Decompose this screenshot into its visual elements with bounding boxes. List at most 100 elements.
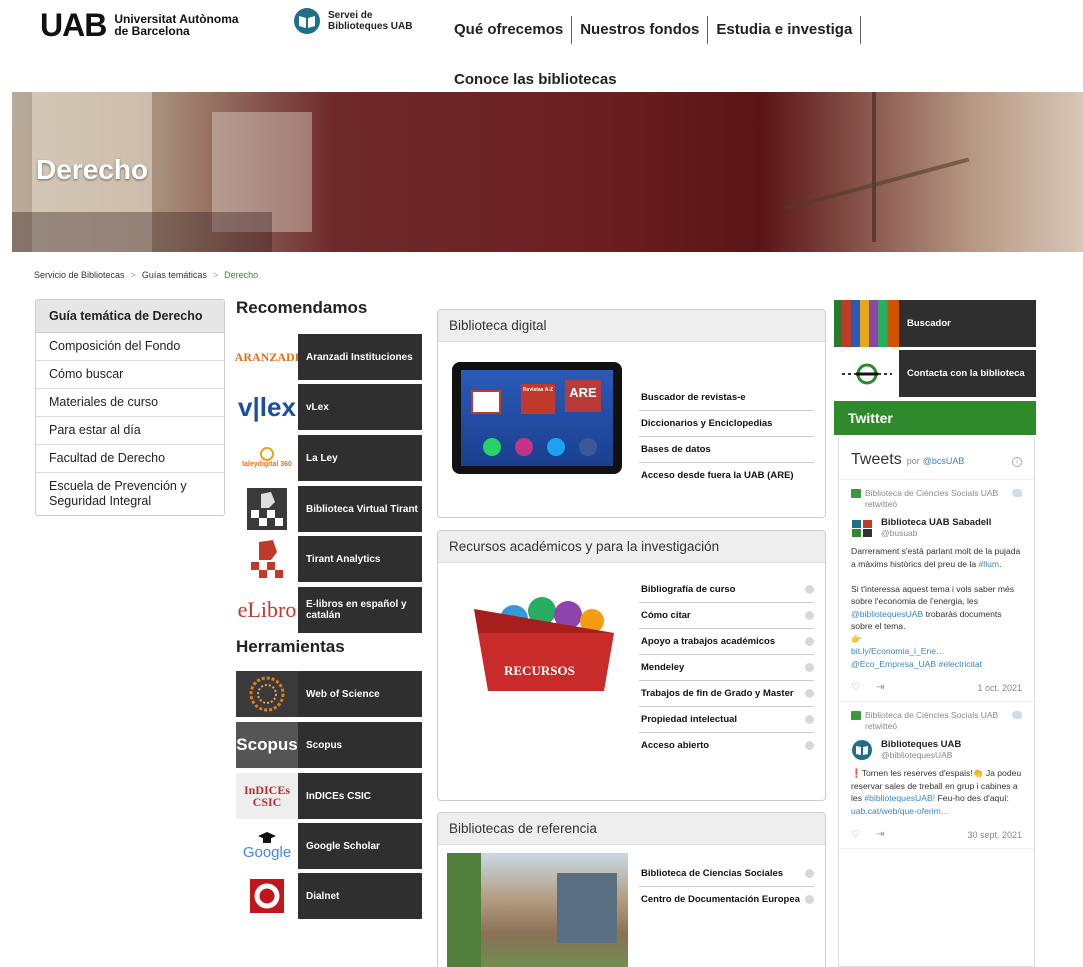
contacta-label: Contacta con la biblioteca <box>899 350 1036 397</box>
tweet-card[interactable]: Biblioteca de Ciències Socials UAB retwi… <box>839 702 1034 849</box>
link-bases-de-datos[interactable]: Bases de datos <box>639 437 814 463</box>
link-biblioteca-ciencias-sociales[interactable]: Biblioteca de Ciencias Sociales <box>639 861 814 887</box>
justice-scale-pole <box>872 92 876 242</box>
like-icon[interactable]: ♡ <box>851 829 860 840</box>
tool-google-scholar[interactable]: Google Google Scholar <box>236 823 422 869</box>
share-icon[interactable]: ⇥ <box>876 829 884 840</box>
link-acceso-abierto[interactable]: Acceso abierto <box>639 733 814 758</box>
breadcrumb-guias[interactable]: Guías temáticas <box>142 270 207 280</box>
nav-conoce-las-bibliotecas[interactable]: Conoce las bibliotecas <box>454 71 617 88</box>
tweet-author[interactable]: Biblioteca UAB Sabadell @busuab <box>851 517 1022 539</box>
link-text: Biblioteca de Ciencias Sociales <box>641 868 784 879</box>
tweet-link[interactable]: uab.cat/web/que-oferim… <box>851 806 949 816</box>
resource-tirant-analytics[interactable]: Tirant Analytics <box>236 536 422 582</box>
tweet-card[interactable]: Biblioteca de Ciències Socials UAB retwi… <box>839 480 1034 702</box>
academic-links: Bibliografía de curso Cómo citar Apoyo a… <box>639 577 814 758</box>
resource-vlex[interactable]: v|lex vLex <box>236 384 422 430</box>
chest-label: RECURSOS <box>504 663 575 678</box>
nav-que-ofrecemos[interactable]: Qué ofrecemos <box>452 16 573 44</box>
reference-libraries-panel: Bibliotecas de referencia Biblioteca de … <box>437 812 826 967</box>
retweet-text: Biblioteca de Ciències Socials UAB retwi… <box>865 488 999 509</box>
link-centro-documentacion-europea[interactable]: Centro de Documentación Europea <box>639 887 814 912</box>
library-service-logo[interactable]: Servei de Biblioteques UAB <box>292 6 412 36</box>
link-buscador-revistas[interactable]: Buscador de revistas-e <box>639 385 814 411</box>
resources-chest-image: RECURSOS <box>464 579 624 699</box>
link-bibliografia[interactable]: Bibliografía de curso <box>639 577 814 603</box>
scopus-logo-text: Scopus <box>236 735 298 754</box>
hero-banner: Derecho <box>12 92 1083 252</box>
author-handle: @bibliotequesUAB <box>881 750 953 760</box>
library-building-photo <box>447 853 628 967</box>
tweet-date[interactable]: 30 sept. 2021 <box>967 830 1022 840</box>
buscador-tile[interactable]: Buscador <box>834 300 1036 347</box>
breadcrumb-servicio[interactable]: Servicio de Bibliotecas <box>34 270 125 280</box>
link-tfg-master[interactable]: Trabajos de fin de Grado y Master <box>639 681 814 707</box>
info-dot-icon <box>805 689 814 698</box>
retweet-line: Biblioteca de Ciències Socials UAB retwi… <box>851 488 1022 510</box>
tweet-text: ❗Tornen les reserves d'espais!👏 Ja podeu… <box>851 767 1022 817</box>
tool-dialnet[interactable]: Dialnet <box>236 873 422 919</box>
resource-label: vLex <box>298 384 422 430</box>
resource-biblioteca-tirant[interactable]: Biblioteca Virtual Tirant <box>236 486 422 532</box>
side-menu-materiales[interactable]: Materiales de curso <box>36 389 224 417</box>
guide-side-menu: Guía temática de Derecho Composición del… <box>35 299 225 516</box>
link-propiedad-intelectual[interactable]: Propiedad intelectual <box>639 707 814 733</box>
tool-indices-csic[interactable]: InDICEs CSIC InDICEs CSIC <box>236 773 422 819</box>
tweets-by: por <box>906 456 920 466</box>
side-menu-al-dia[interactable]: Para estar al día <box>36 417 224 445</box>
mention-link[interactable]: @bibliotequesUAB <box>851 609 923 619</box>
vlex-logo: v|lex <box>236 384 298 430</box>
link-text: Apoyo a trabajos académicos <box>641 636 776 647</box>
tweet-link[interactable]: bit.ly/Economia_i_Ene… @Eco_Empresa_UAB … <box>851 646 982 669</box>
contacta-tile[interactable]: Contacta con la biblioteca <box>834 350 1036 397</box>
breadcrumb-separator: > <box>212 270 219 280</box>
share-icon[interactable]: ⇥ <box>876 682 884 693</box>
resource-label: E-libros en español y catalán <box>298 587 422 633</box>
link-apoyo-trabajos[interactable]: Apoyo a trabajos académicos <box>639 629 814 655</box>
tweet-date[interactable]: 1 oct. 2021 <box>977 683 1022 693</box>
resource-la-ley[interactable]: laleydigital 360 La Ley <box>236 435 422 481</box>
photo-tree <box>447 853 481 967</box>
hashtag-link[interactable]: #llum <box>979 559 1000 569</box>
like-icon[interactable]: ♡ <box>851 682 860 693</box>
nav-estudia-e-investiga[interactable]: Estudia e investiga <box>708 16 862 44</box>
resource-aranzadi[interactable]: ARANZADI Aranzadi Instituciones <box>235 334 422 380</box>
nav-nuestros-fondos[interactable]: Nuestros fondos <box>572 16 709 44</box>
side-menu-facultad[interactable]: Facultad de Derecho <box>36 445 224 473</box>
wos-globe-icon <box>249 676 285 712</box>
knight-chess-icon <box>247 488 287 530</box>
reference-libraries-title: Bibliotecas de referencia <box>438 813 825 845</box>
breadcrumb-current: Derecho <box>224 270 259 280</box>
digital-library-title: Biblioteca digital <box>438 310 825 342</box>
library-name-line2: Biblioteques UAB <box>328 21 413 32</box>
hashtag-link[interactable]: #bibliotequesUAB! <box>864 793 935 803</box>
link-mendeley[interactable]: Mendeley <box>639 655 814 681</box>
link-como-citar[interactable]: Cómo citar <box>639 603 814 629</box>
breadcrumb: Servicio de Bibliotecas > Guías temática… <box>34 270 258 280</box>
tweet-author[interactable]: Biblioteques UAB @bibliotequesUAB <box>851 739 1022 761</box>
resource-label: Tirant Analytics <box>298 536 422 582</box>
resource-label: InDICEs CSIC <box>298 773 422 819</box>
info-dot-icon <box>805 585 814 594</box>
facebook-icon <box>579 438 597 456</box>
side-menu-title[interactable]: Guía temática de Derecho <box>36 300 224 333</box>
side-menu-como-buscar[interactable]: Cómo buscar <box>36 361 224 389</box>
resource-elibro[interactable]: eLibro E-libros en español y catalán <box>236 587 422 633</box>
tablet-screen: Revistas A-Z ARE <box>461 370 613 466</box>
tweets-handle[interactable]: @bcsUAB <box>923 456 965 466</box>
hero-books-decoration <box>12 212 272 252</box>
info-dot-icon <box>805 663 814 672</box>
link-text: Buscador de revistas-e <box>641 392 746 403</box>
twitter-timeline[interactable]: Tweets por @bcsUAB i Biblioteca de Ciènc… <box>838 437 1035 967</box>
uab-logo[interactable]: UAB Universitat Autònoma de Barcelona <box>40 9 239 41</box>
tool-scopus[interactable]: Scopus Scopus <box>236 722 422 768</box>
info-icon[interactable]: i <box>1012 457 1022 467</box>
side-menu-escuela[interactable]: Escuela de Prevención y Seguridad Integr… <box>36 473 224 515</box>
tablet-social-icons <box>483 438 597 456</box>
tool-web-of-science[interactable]: Web of Science <box>236 671 422 717</box>
side-menu-composicion[interactable]: Composición del Fondo <box>36 333 224 361</box>
link-acceso-are[interactable]: Acceso desde fuera la UAB (ARE) <box>639 463 814 488</box>
tweets-title: Tweets <box>851 451 902 468</box>
link-diccionarios[interactable]: Diccionarios y Enciclopedias <box>639 411 814 437</box>
link-text: Diccionarios y Enciclopedias <box>641 418 773 429</box>
